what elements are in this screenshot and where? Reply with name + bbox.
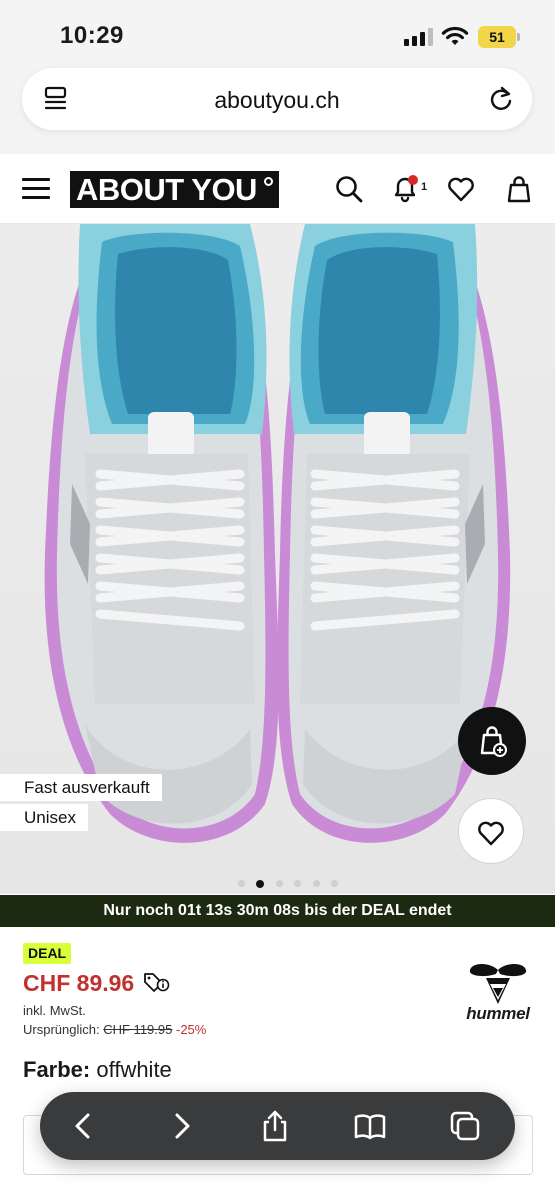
site-header: ABOUT YOU <box>0 154 555 224</box>
bookmarks-icon[interactable] <box>353 1109 387 1143</box>
browser-toolbar <box>40 1092 515 1160</box>
add-to-wishlist-button[interactable] <box>458 798 524 864</box>
price-tag-info-icon[interactable] <box>142 971 172 995</box>
color-value: offwhite <box>96 1057 172 1082</box>
vat-note: inkl. MwSt. <box>23 1003 86 1018</box>
original-price-label: Ursprünglich: <box>23 1022 100 1037</box>
notification-count: 1 <box>421 181 428 193</box>
bag-icon[interactable] <box>504 174 534 204</box>
menu-icon[interactable] <box>22 178 50 200</box>
deal-countdown-banner: Nur noch 01t 13s 30m 08s bis der DEAL en… <box>0 895 555 927</box>
discount-percent: -25% <box>175 1022 207 1037</box>
label-almost-sold-out: Fast ausverkauft <box>0 774 162 801</box>
color-label: Farbe: <box>23 1057 91 1082</box>
share-icon[interactable] <box>258 1109 292 1143</box>
original-price-row: Ursprünglich: CHF 119.95 -25% <box>23 1022 206 1037</box>
wifi-icon <box>441 26 469 45</box>
logo-text: ABOUT YOU <box>76 172 257 207</box>
brand-name: hummel <box>466 1004 530 1023</box>
hummel-bee-icon <box>469 964 527 1004</box>
notification-dot <box>408 175 418 185</box>
url-text[interactable]: aboutyou.ch <box>22 87 532 114</box>
heart-icon[interactable] <box>446 174 476 204</box>
status-bar: 10:29 51 <box>0 0 555 62</box>
forward-icon[interactable] <box>164 1109 198 1143</box>
brand-logo[interactable]: hummel <box>462 960 534 1024</box>
bag-plus-icon <box>480 726 507 757</box>
cellular-signal-icon <box>404 28 434 46</box>
about-you-logo[interactable]: ABOUT YOU <box>70 171 279 208</box>
tabs-icon[interactable] <box>448 1109 482 1143</box>
current-price: CHF 89.96 <box>23 970 135 996</box>
image-page-indicator <box>238 875 345 888</box>
status-time: 10:29 <box>60 22 124 49</box>
label-unisex: Unisex <box>0 804 88 831</box>
add-to-cart-button[interactable] <box>458 707 526 775</box>
color-row: Farbe: offwhite <box>23 1057 172 1083</box>
search-icon[interactable] <box>334 174 364 204</box>
logo-ring <box>263 177 273 186</box>
address-bar[interactable]: aboutyou.ch <box>22 68 532 130</box>
product-image[interactable]: Fast ausverkauft Unisex <box>0 224 555 894</box>
browser-address-area: aboutyou.ch <box>0 62 555 154</box>
deal-badge: DEAL <box>23 943 72 964</box>
back-icon[interactable] <box>67 1109 101 1143</box>
left-shoe <box>44 224 279 843</box>
reload-icon[interactable] <box>488 86 514 112</box>
original-price: CHF 119.95 <box>103 1022 173 1037</box>
battery-indicator: 51 <box>478 26 520 48</box>
heart-icon <box>478 821 504 846</box>
